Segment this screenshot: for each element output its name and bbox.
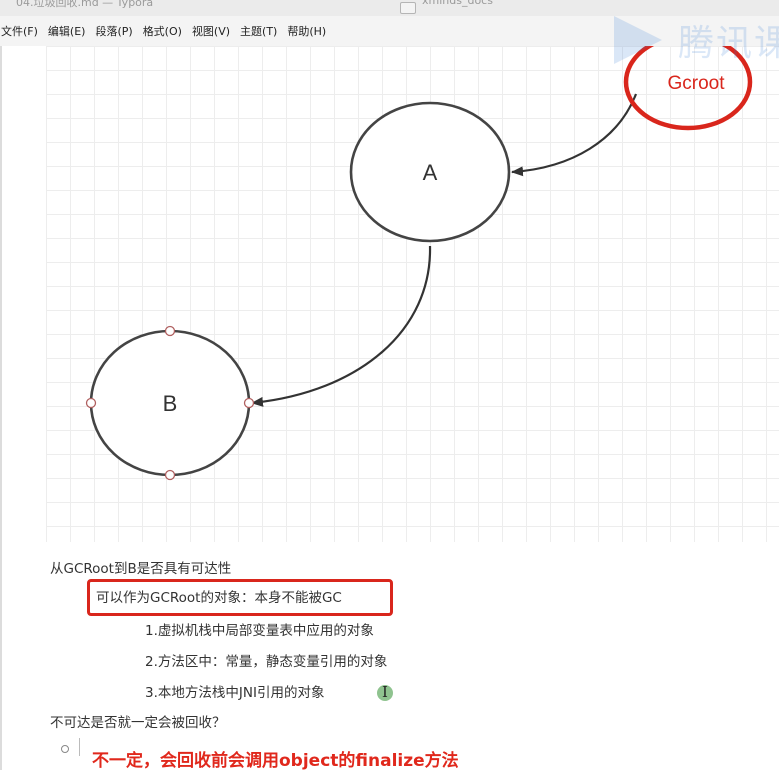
menu-paragraph[interactable]: 段落(P) <box>88 23 139 39</box>
resize-handle-top[interactable] <box>164 325 176 337</box>
question-unreachable: 不可达是否就一定会被回收？ <box>50 715 226 731</box>
watermark-text: 腾讯课 <box>678 23 779 64</box>
menu-file[interactable]: 文件(F) <box>0 23 45 39</box>
watermark-logo: 腾讯课 <box>606 10 779 74</box>
diagram-canvas[interactable]: A B Gcroot <box>46 46 779 542</box>
list-item-vm-stack: 1.虚拟机栈中局部变量表中应用的对象 <box>145 623 374 639</box>
node-a-label: A <box>423 160 438 185</box>
answer-text[interactable]: 不一定，会回收前会调用object的finalize方法 <box>92 746 459 771</box>
resize-handle-right[interactable] <box>243 397 255 409</box>
text-cursor-icon <box>377 683 393 701</box>
editor-content[interactable]: A B Gcroot <box>0 46 779 770</box>
menu-help[interactable]: 帮助(H) <box>280 23 333 39</box>
folder-icon <box>400 2 416 14</box>
menu-format[interactable]: 格式(O) <box>136 23 189 39</box>
arrow-gcroot-to-a <box>511 93 638 177</box>
gcroot-objects-heading: 可以作为GCRoot的对象：本身不能被GC <box>96 590 342 606</box>
arrow-a-to-b <box>251 245 432 407</box>
reference-diagram: A B Gcroot <box>85 46 753 481</box>
question-reachability: 从GCRoot到B是否具有可达性 <box>50 561 232 577</box>
node-b-label: B <box>163 391 178 416</box>
play-logo-icon <box>614 16 662 64</box>
list-item-method-area: 2.方法区中：常量，静态变量引用的对象 <box>145 654 388 670</box>
menu-view[interactable]: 视图(V) <box>185 23 237 39</box>
resize-handle-left[interactable] <box>85 397 97 409</box>
gcroot-label: Gcroot <box>667 73 725 94</box>
document-title: 04.垃圾回收.md — Typora <box>16 0 154 9</box>
resize-handle-bottom[interactable] <box>164 469 176 481</box>
menu-edit[interactable]: 编辑(E) <box>41 23 93 39</box>
list-item-native-stack: 3.本地方法栈中JNI引用的对象 <box>145 685 325 701</box>
menu-theme[interactable]: 主题(T) <box>233 23 284 39</box>
left-border <box>0 46 2 770</box>
folder-title: xminds_docs <box>422 0 493 7</box>
